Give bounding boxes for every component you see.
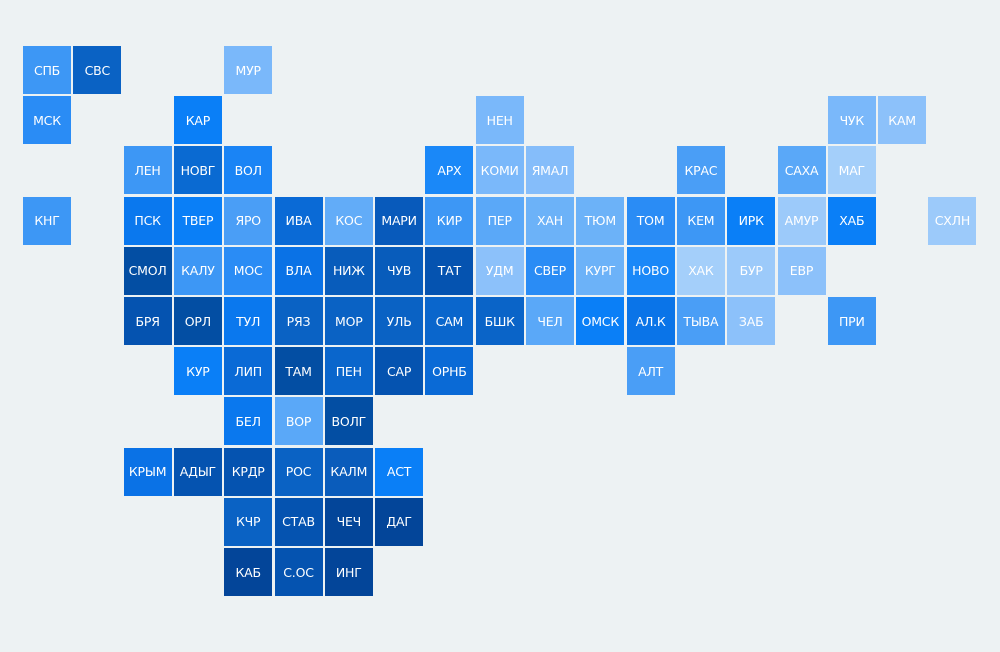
region-tile[interactable]: С.ОС xyxy=(274,548,323,596)
region-tile[interactable]: СПБ xyxy=(23,46,71,94)
region-tile[interactable]: ТАТ xyxy=(425,246,474,295)
region-tile[interactable]: МСК xyxy=(23,96,71,145)
region-tile[interactable]: АСТ xyxy=(375,447,424,496)
region-tile[interactable]: ЕВР xyxy=(777,246,826,295)
region-tile[interactable]: ЧУВ xyxy=(375,246,424,295)
region-tile[interactable]: ПРИ xyxy=(827,297,876,345)
region-tile[interactable]: ДАГ xyxy=(375,497,424,546)
region-tile[interactable]: БШК xyxy=(475,297,524,345)
region-tile[interactable]: ХАК xyxy=(676,246,725,295)
region-tile[interactable]: ЗАБ xyxy=(727,297,776,345)
region-tile[interactable]: БУР xyxy=(727,246,776,295)
region-tile[interactable]: САР xyxy=(375,347,424,396)
region-tile[interactable]: РОС xyxy=(274,447,323,496)
region-tile[interactable]: УЛЬ xyxy=(375,297,424,345)
region-tile[interactable]: КОМИ xyxy=(475,146,524,195)
region-tile[interactable]: БРЯ xyxy=(123,297,172,345)
region-tile[interactable]: ВЛА xyxy=(274,246,323,295)
region-tile[interactable]: ВОР xyxy=(274,397,323,446)
region-tile[interactable]: АДЫГ xyxy=(173,447,222,496)
region-tile[interactable]: НИЖ xyxy=(324,246,373,295)
region-tile[interactable]: ИНГ xyxy=(324,548,373,596)
region-tile[interactable]: МУР xyxy=(224,46,273,94)
region-tile[interactable]: АЛТ xyxy=(626,347,675,396)
region-tile[interactable]: САХА xyxy=(777,146,826,195)
region-tile[interactable]: НОВО xyxy=(626,246,675,295)
region-tile[interactable]: КАЛУ xyxy=(173,246,222,295)
region-tile[interactable]: ТВЕР xyxy=(173,196,222,245)
region-tile[interactable]: КЕМ xyxy=(676,196,725,245)
region-tile[interactable]: КИР xyxy=(425,196,474,245)
region-tile[interactable]: ЧУК xyxy=(827,96,876,145)
region-tile[interactable]: УДМ xyxy=(475,246,524,295)
region-tile[interactable]: ПЕР xyxy=(475,196,524,245)
region-tile[interactable]: МОР xyxy=(324,297,373,345)
region-tile[interactable]: ЧЕЛ xyxy=(526,297,574,345)
region-tile[interactable]: ЧЕЧ xyxy=(324,497,373,546)
region-tile[interactable]: ТАМ xyxy=(274,347,323,396)
region-tile[interactable]: ВОЛГ xyxy=(324,397,373,446)
region-tile[interactable]: АЛ.К xyxy=(626,297,675,345)
region-tile[interactable]: ОРЛ xyxy=(173,297,222,345)
region-tile[interactable]: БЕЛ xyxy=(224,397,273,446)
region-tile[interactable]: ЛЕН xyxy=(123,146,172,195)
region-tile[interactable]: МАРИ xyxy=(375,196,424,245)
region-tile[interactable]: АРХ xyxy=(425,146,474,195)
region-tile[interactable]: КЧР xyxy=(224,497,273,546)
region-tile[interactable]: ТУЛ xyxy=(224,297,273,345)
region-tile[interactable]: ЯРО xyxy=(224,196,273,245)
region-tile[interactable]: ЯМАЛ xyxy=(526,146,574,195)
region-tile[interactable]: СМОЛ xyxy=(123,246,172,295)
region-tile[interactable]: ОМСК xyxy=(576,297,625,345)
region-tile[interactable]: КОС xyxy=(324,196,373,245)
region-tile[interactable]: ПЕН xyxy=(324,347,373,396)
region-tile[interactable]: КРЫМ xyxy=(123,447,172,496)
region-tile[interactable]: КАБ xyxy=(224,548,273,596)
region-tile[interactable]: ХАБ xyxy=(827,196,876,245)
region-tile[interactable]: СТАВ xyxy=(274,497,323,546)
region-tile[interactable]: ХАН xyxy=(526,196,574,245)
region-tile[interactable]: СВЕР xyxy=(526,246,574,295)
region-tile[interactable]: КНГ xyxy=(23,196,71,245)
region-tile[interactable]: ТОМ xyxy=(626,196,675,245)
region-tile[interactable]: КАР xyxy=(173,96,222,145)
region-tile[interactable]: КАЛМ xyxy=(324,447,373,496)
region-tile[interactable]: САМ xyxy=(425,297,474,345)
region-tile[interactable]: ЛИП xyxy=(224,347,273,396)
region-tile[interactable]: ТЫВА xyxy=(676,297,725,345)
region-tile[interactable]: РЯЗ xyxy=(274,297,323,345)
region-tile[interactable]: ТЮМ xyxy=(576,196,625,245)
tile-grid-map: СПБ СВС МУР МСК КАР НЕН ЧУК КАМ ЛЕН НОВГ ВОЛ АРХ КОМ… xyxy=(0,0,1000,652)
region-tile[interactable]: ИВА xyxy=(274,196,323,245)
region-tile[interactable]: НЕН xyxy=(475,96,524,145)
region-tile[interactable]: СХЛН xyxy=(928,196,977,245)
region-tile[interactable]: АМУР xyxy=(777,196,826,245)
region-tile[interactable]: ИРК xyxy=(727,196,776,245)
region-tile[interactable]: НОВГ xyxy=(173,146,222,195)
region-tile[interactable]: КРАС xyxy=(676,146,725,195)
region-tile[interactable]: СВС xyxy=(73,46,122,94)
region-tile[interactable]: МОС xyxy=(224,246,273,295)
region-tile[interactable]: МАГ xyxy=(827,146,876,195)
region-tile[interactable]: ОРНБ xyxy=(425,347,474,396)
region-tile[interactable]: КАМ xyxy=(878,96,927,145)
region-tile[interactable]: КУРГ xyxy=(576,246,625,295)
region-tile[interactable]: ВОЛ xyxy=(224,146,273,195)
region-tile[interactable]: КУР xyxy=(173,347,222,396)
region-tile[interactable]: КРДР xyxy=(224,447,273,496)
region-tile[interactable]: ПСК xyxy=(123,196,172,245)
